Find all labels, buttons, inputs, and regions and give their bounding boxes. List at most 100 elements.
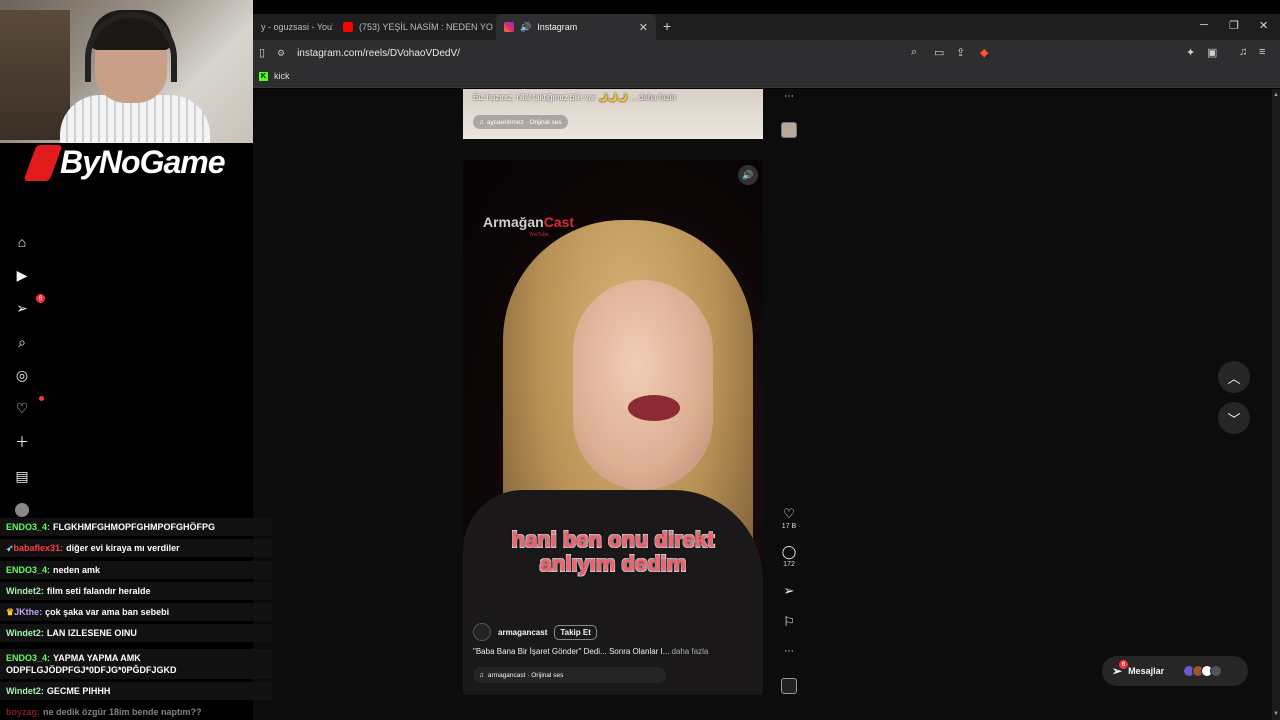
kick-icon: K <box>259 71 268 81</box>
chat-text: film seti falandır heralde <box>46 586 151 596</box>
chat-message: ENDO3_4: YAPMA YAPMA AMK ODPFLGJÖDPFGJ*0D… <box>0 649 272 679</box>
youtube-icon <box>343 22 353 32</box>
reel-audio-avatar[interactable] <box>781 678 797 694</box>
close-tab-icon[interactable]: ✕ <box>639 21 648 34</box>
messages-pill[interactable]: ➢ 6 Mesajlar <box>1102 656 1248 686</box>
chevron-up-icon: ︿ <box>1227 370 1241 386</box>
comment-button[interactable]: ◯ 172 <box>779 544 799 568</box>
crown-icon: ♛ <box>6 607 15 617</box>
music-icon: ♫ <box>479 671 484 679</box>
search-icon[interactable]: ⌕ <box>12 332 32 352</box>
explore-icon[interactable]: ◎ <box>12 365 32 385</box>
reel-owner: armagancast Takip Et <box>473 623 597 641</box>
tab-instagram[interactable]: 🔊 Instagram ✕ <box>496 14 656 40</box>
more-link[interactable]: daha fazla <box>671 647 708 656</box>
chat-user: ENDO3_4: <box>6 565 51 575</box>
video-mouth <box>628 395 680 421</box>
share-button[interactable]: ➢ <box>779 583 799 599</box>
reel-audio[interactable]: ♫ armagancast · Orijinal ses <box>473 667 666 683</box>
chat-text: neden amk <box>53 565 101 575</box>
bookmark-kick[interactable]: K kick <box>259 71 290 81</box>
volume-icon[interactable]: 🔊 <box>738 165 758 185</box>
sword-icon: ➶ <box>6 543 14 553</box>
chat-message: boyzag: ne dedik özgür 18im bende naptım?… <box>0 703 272 720</box>
chat-message: ENDO3_4: neden amk <box>0 561 272 579</box>
chat-message: ENDO3_4: FLGKHMFGHMOPFGHMPOFGHÖFPG <box>0 518 272 536</box>
minimize-button[interactable]: ─ <box>1200 19 1208 31</box>
caption-text: "Baba Bana Bir İşaret Gönder" Dedi... So… <box>473 647 670 656</box>
reels-icon[interactable]: ▶ <box>12 265 32 285</box>
restore-button[interactable]: ❐ <box>1229 19 1239 32</box>
bookmark-save-icon: ⚐ <box>783 614 795 629</box>
media-icon[interactable]: ♫ <box>1239 46 1247 58</box>
more-options-button[interactable]: ⋯ <box>779 646 799 657</box>
url-field[interactable]: ⚙ instagram.com/reels/DVohaoVDedV/ <box>277 44 927 62</box>
tab-youtube-2[interactable]: (753) YEŞİL NASİM : NEDEN YOUTUB <box>335 14 493 40</box>
tab-bar: y - oguzsasi - YouT (753) YEŞİL NASİM : … <box>253 14 1280 40</box>
extensions-icon[interactable]: ✦ <box>1186 46 1195 59</box>
address-bar: ▯ ⚙ instagram.com/reels/DVohaoVDedV/ ⌕ ▭… <box>253 40 1280 66</box>
follow-button[interactable]: Takip Et <box>554 624 597 640</box>
next-reel-button[interactable]: ﹀ <box>1218 402 1250 434</box>
profile-icon[interactable] <box>12 500 32 520</box>
share-icon[interactable]: ⇪ <box>956 46 965 59</box>
watermark-main: Armağan <box>483 214 544 230</box>
site-info-icon[interactable]: ⚙ <box>277 48 285 59</box>
window-close-button[interactable]: ✕ <box>1259 19 1268 32</box>
dashboard-icon[interactable]: ▤ <box>12 466 32 486</box>
bookmark-icon[interactable]: ▯ <box>259 46 265 59</box>
chat-user: boyzag: <box>6 707 41 717</box>
comment-icon: ◯ <box>781 544 797 559</box>
comment-count: 172 <box>783 561 795 568</box>
previous-reel[interactable]: Biz hazınız, hilal taktığımız bile var 🌙… <box>463 89 763 139</box>
chat-message: ➶babaflex31: diğer evi kiraya mı verdiler <box>0 539 272 557</box>
cast-icon[interactable]: ▭ <box>934 46 944 59</box>
bookmark-label: kick <box>274 71 290 81</box>
owner-username[interactable]: armagancast <box>498 628 547 637</box>
chat-user: Windet2: <box>6 686 44 696</box>
save-button[interactable]: ⚐ <box>779 614 799 630</box>
instagram-icon <box>504 22 514 32</box>
home-icon[interactable]: ⌂ <box>12 232 32 252</box>
previous-reel-caption: Biz hazınız, hilal taktığımız bile var 🌙… <box>473 93 676 102</box>
previous-reel-audio[interactable]: ♫ aycaerinmez · Orijinal ses <box>473 115 568 129</box>
new-tab-button[interactable]: + <box>663 18 671 34</box>
notifications-icon[interactable]: ♡ <box>12 396 44 418</box>
chat-message: ♛JKthe: çok şaka var ama ban sebebi <box>0 603 272 621</box>
like-button[interactable]: ♡ 17 B <box>779 506 799 530</box>
chat-user: Windet2: <box>6 628 44 638</box>
scroll-down-icon[interactable]: ▼ <box>1273 711 1279 717</box>
more-icon: ⋯ <box>784 646 794 657</box>
owner-avatar[interactable] <box>473 623 491 641</box>
like-count: 17 B <box>781 523 797 530</box>
create-icon[interactable]: ＋ <box>12 432 32 452</box>
chat-text: LAN IZLESENE OINU <box>46 628 137 638</box>
tab-youtube-1[interactable]: y - oguzsasi - YouT <box>253 14 333 40</box>
video-body <box>463 490 763 695</box>
send-icon: ➢ <box>783 583 795 598</box>
bynogame-text: ByNoGame <box>60 144 225 180</box>
video-watermark: ArmağanCast <box>483 214 574 230</box>
zoom-icon[interactable]: ⌕ <box>911 46 917 59</box>
subtitle-line: hani ben onu direkt <box>511 527 715 552</box>
watermark-sub: YouTube <box>529 232 549 238</box>
menu-icon[interactable]: ≡ <box>1259 46 1265 58</box>
chat-message: Windet2: film seti falandır heralde <box>0 582 272 600</box>
brave-shield-icon[interactable]: ◆ <box>980 46 988 59</box>
bookmarks-bar: K kick <box>253 66 1280 88</box>
page-scrollbar[interactable]: ▲ ▼ <box>1272 89 1280 720</box>
messages-icon[interactable]: ➢ 6 <box>12 294 45 318</box>
previous-more-icon[interactable]: ⋯ <box>779 91 799 102</box>
chat-user: ENDO3_4: <box>6 653 51 663</box>
previous-reel-button[interactable]: ︿ <box>1218 361 1250 393</box>
shelf <box>0 10 70 140</box>
chat-text: GECME PIHHH <box>46 686 111 696</box>
reel-video[interactable]: ArmağanCast YouTube 🔊 hani ben onu direk… <box>463 160 763 695</box>
speaker-icon: 🔊 <box>520 21 532 32</box>
sidebar-toggle-icon[interactable]: ▣ <box>1207 46 1217 59</box>
previous-audio-avatar[interactable] <box>781 122 797 138</box>
chevron-down-icon: ﹀ <box>1227 411 1241 427</box>
more-link[interactable]: ... daha fazla <box>630 93 676 102</box>
scroll-up-icon[interactable]: ▲ <box>1273 92 1279 98</box>
messages-pill-badge: 6 <box>1119 660 1128 669</box>
